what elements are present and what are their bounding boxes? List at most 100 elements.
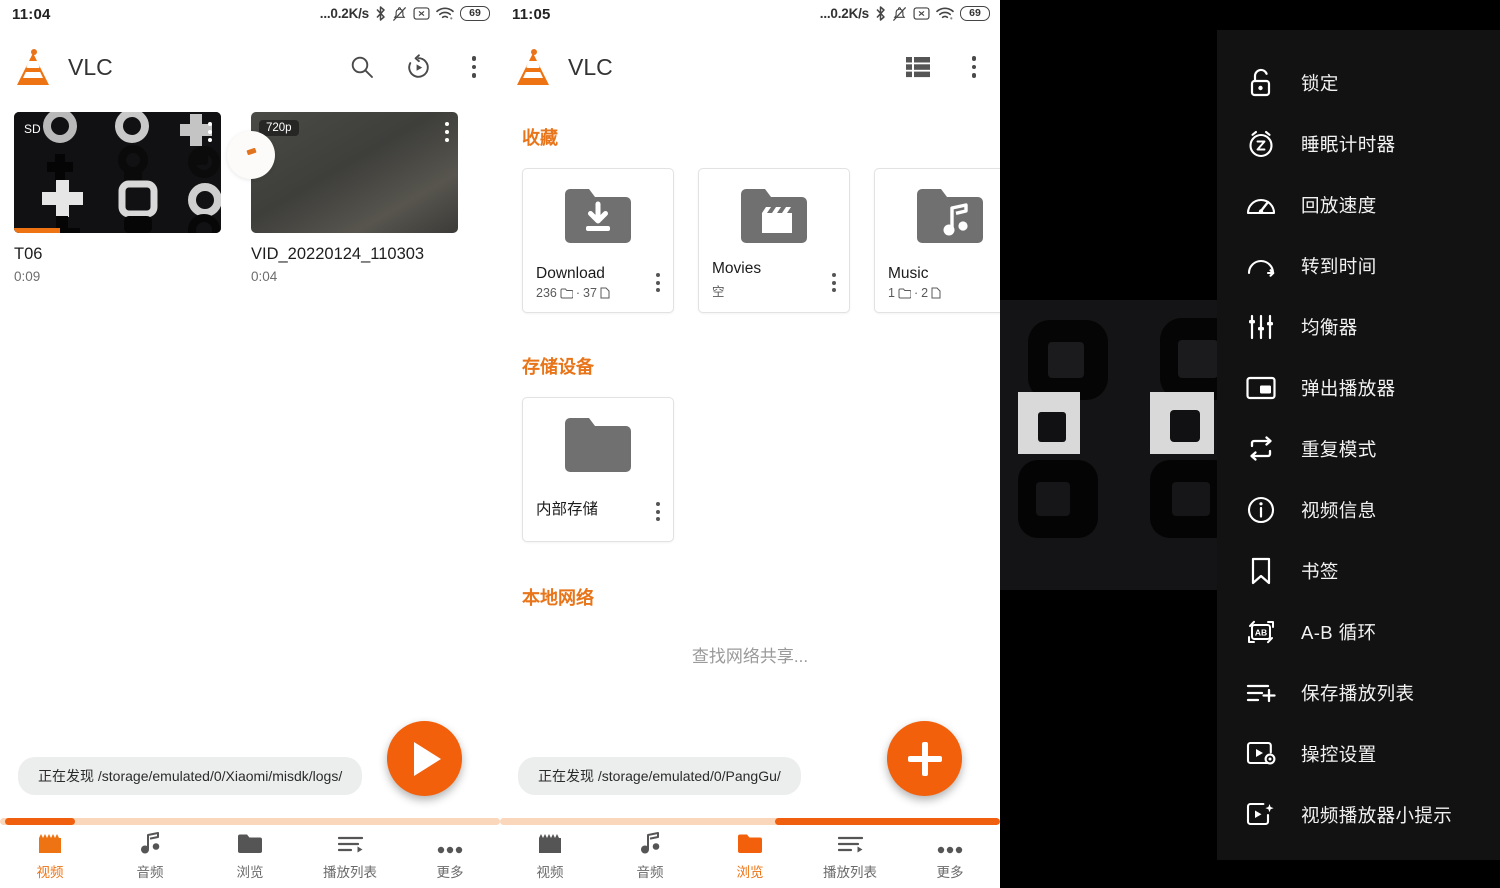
- menu-label: 书签: [1301, 560, 1339, 582]
- status-bar: 11:04 ...0.2K/s 69: [0, 0, 500, 32]
- menu-item-sleep-timer[interactable]: 睡眠计时器: [1217, 113, 1500, 174]
- storage-overflow-menu-icon[interactable]: [656, 502, 660, 521]
- folder-empty-label: 空: [712, 285, 725, 299]
- vlc-logo-icon: [14, 47, 52, 87]
- nav-item-video[interactable]: 视频: [0, 832, 100, 881]
- phone-screen-browse-tab: 11:05 ...0.2K/s 69 VLC 收藏 Download 236 ·…: [500, 0, 1000, 888]
- menu-item-video-info[interactable]: 视频信息: [1217, 479, 1500, 540]
- video-grid: SD T06 0:09 720p VID_20220124_110303 0:0…: [0, 102, 500, 284]
- x-box-icon: [913, 7, 930, 20]
- video-title: T06: [14, 245, 43, 263]
- video-title: VID_20220124_110303: [251, 245, 425, 263]
- app-bar-actions: [904, 53, 988, 81]
- audio-icon: [640, 832, 661, 854]
- nav-item-audio[interactable]: 音频: [100, 832, 200, 881]
- file-count: 37: [583, 286, 597, 300]
- menu-item-control-settings[interactable]: 操控设置: [1217, 723, 1500, 784]
- menu-item-ab-repeat[interactable]: AB A-B 循环: [1217, 601, 1500, 662]
- storage-card-meta: 内部存储: [536, 497, 598, 519]
- repeat-icon: [1246, 434, 1276, 464]
- app-bar-actions: [348, 53, 488, 81]
- nav-item-audio[interactable]: 音频: [600, 832, 700, 881]
- menu-item-player-tips[interactable]: 视频播放器小提示: [1217, 784, 1500, 845]
- section-title-storage: 存储设备: [522, 357, 594, 377]
- nav-label-playlist: 播放列表: [323, 865, 377, 880]
- menu-item-popup-player[interactable]: 弹出播放器: [1217, 357, 1500, 418]
- video-thumbnail[interactable]: SD: [14, 112, 221, 233]
- player-tips-icon: [1246, 800, 1276, 830]
- battery-icon: 69: [960, 6, 990, 21]
- menu-label: 弹出播放器: [1301, 377, 1396, 399]
- status-icons: ...0.2K/s 69: [820, 5, 990, 22]
- folder-name: Download: [536, 265, 605, 282]
- menu-item-playback-speed[interactable]: 回放速度: [1217, 174, 1500, 235]
- nav-item-video[interactable]: 视频: [500, 832, 600, 881]
- folder-overflow-menu-icon[interactable]: [656, 273, 660, 292]
- section-title-favorites: 收藏: [522, 128, 558, 148]
- video-card[interactable]: SD T06 0:09: [14, 112, 221, 284]
- nav-label-audio: 音频: [636, 865, 664, 880]
- add-fab-button[interactable]: [887, 721, 962, 796]
- app-bar: VLC: [0, 32, 500, 102]
- video-icon: [538, 832, 562, 854]
- search-icon[interactable]: [348, 53, 376, 81]
- nav-item-browse[interactable]: 浏览: [200, 832, 300, 881]
- file-mini-icon: [600, 287, 610, 299]
- app-title: VLC: [568, 53, 613, 80]
- video-thumbnail[interactable]: 720p: [251, 112, 458, 233]
- history-resume-icon[interactable]: [404, 53, 432, 81]
- nav-item-more[interactable]: 更多: [400, 832, 500, 881]
- menu-item-equalizer[interactable]: 均衡器: [1217, 296, 1500, 357]
- folder-name: Movies: [712, 260, 762, 277]
- video-card[interactable]: 720p VID_20220124_110303 0:04: [251, 112, 458, 284]
- menu-item-save-playlist[interactable]: 保存播放列表: [1217, 662, 1500, 723]
- folder-count: 236: [536, 286, 557, 300]
- menu-item-lock[interactable]: 锁定: [1217, 52, 1500, 113]
- more-icon: [437, 832, 463, 854]
- folder-counts: 空: [712, 281, 761, 300]
- nav-item-playlist[interactable]: 播放列表: [800, 832, 900, 881]
- scan-status-toast: 正在发现 /storage/emulated/0/PangGu/: [518, 757, 801, 795]
- video-overflow-menu-icon[interactable]: [208, 122, 212, 142]
- overflow-menu-icon[interactable]: [460, 53, 488, 81]
- bluetooth-icon: [875, 5, 886, 22]
- wifi-icon: [436, 7, 454, 21]
- folder-card-movies[interactable]: Movies 空: [698, 168, 850, 313]
- nav-item-playlist[interactable]: 播放列表: [300, 832, 400, 881]
- nav-label-more: 更多: [936, 865, 964, 880]
- file-count: 2: [921, 286, 929, 300]
- menu-item-repeat-mode[interactable]: 重复模式: [1217, 418, 1500, 479]
- favorites-card-row: Download 236 · 37 Movies 空 Music 1 · 2: [500, 150, 1000, 313]
- jump-to-time-icon: [1246, 251, 1276, 281]
- storage-card-internal[interactable]: 内部存储: [522, 397, 674, 542]
- folder-card-meta: Music 1 · 2: [888, 265, 941, 300]
- wifi-icon: [936, 7, 954, 21]
- nav-item-browse[interactable]: 浏览: [700, 832, 800, 881]
- phone-screen-player-menu: 锁定 睡眠计时器 回放速度 转到时间 均衡器 弹出播放器 重复模式 视频信息 书…: [1000, 0, 1500, 888]
- more-icon: [937, 832, 963, 854]
- folder-movie-icon: [699, 169, 849, 261]
- folder-card-music[interactable]: Music 1 · 2: [874, 168, 1000, 313]
- folder-overflow-menu-icon[interactable]: [832, 273, 836, 292]
- menu-item-jump-to-time[interactable]: 转到时间: [1217, 235, 1500, 296]
- menu-item-bookmarks[interactable]: 书签: [1217, 540, 1500, 601]
- scan-progress-fill: [5, 818, 75, 825]
- list-view-icon[interactable]: [904, 53, 932, 81]
- section-title-network: 本地网络: [522, 588, 594, 608]
- nav-item-more[interactable]: 更多: [900, 832, 1000, 881]
- folder-card-download[interactable]: Download 236 · 37: [522, 168, 674, 313]
- network-speed-label: ...0.2K/s: [319, 6, 369, 21]
- video-duration: 0:09: [14, 269, 41, 284]
- overflow-menu-icon[interactable]: [960, 53, 988, 81]
- menu-label: 重复模式: [1301, 438, 1377, 460]
- popup-player-icon: [1246, 373, 1276, 403]
- folder-count: 1: [888, 286, 895, 300]
- play-icon: [414, 741, 441, 776]
- equalizer-icon: [1246, 312, 1276, 342]
- play-fab-button[interactable]: [387, 721, 462, 796]
- bell-muted-icon: [392, 6, 407, 22]
- bottom-navigation: 视频 音频 浏览 播放列表 更多: [500, 825, 1000, 888]
- folder-card-meta: Download 236 · 37: [536, 265, 610, 300]
- video-overflow-menu-icon[interactable]: [445, 122, 449, 142]
- folder-download-icon: [523, 169, 673, 261]
